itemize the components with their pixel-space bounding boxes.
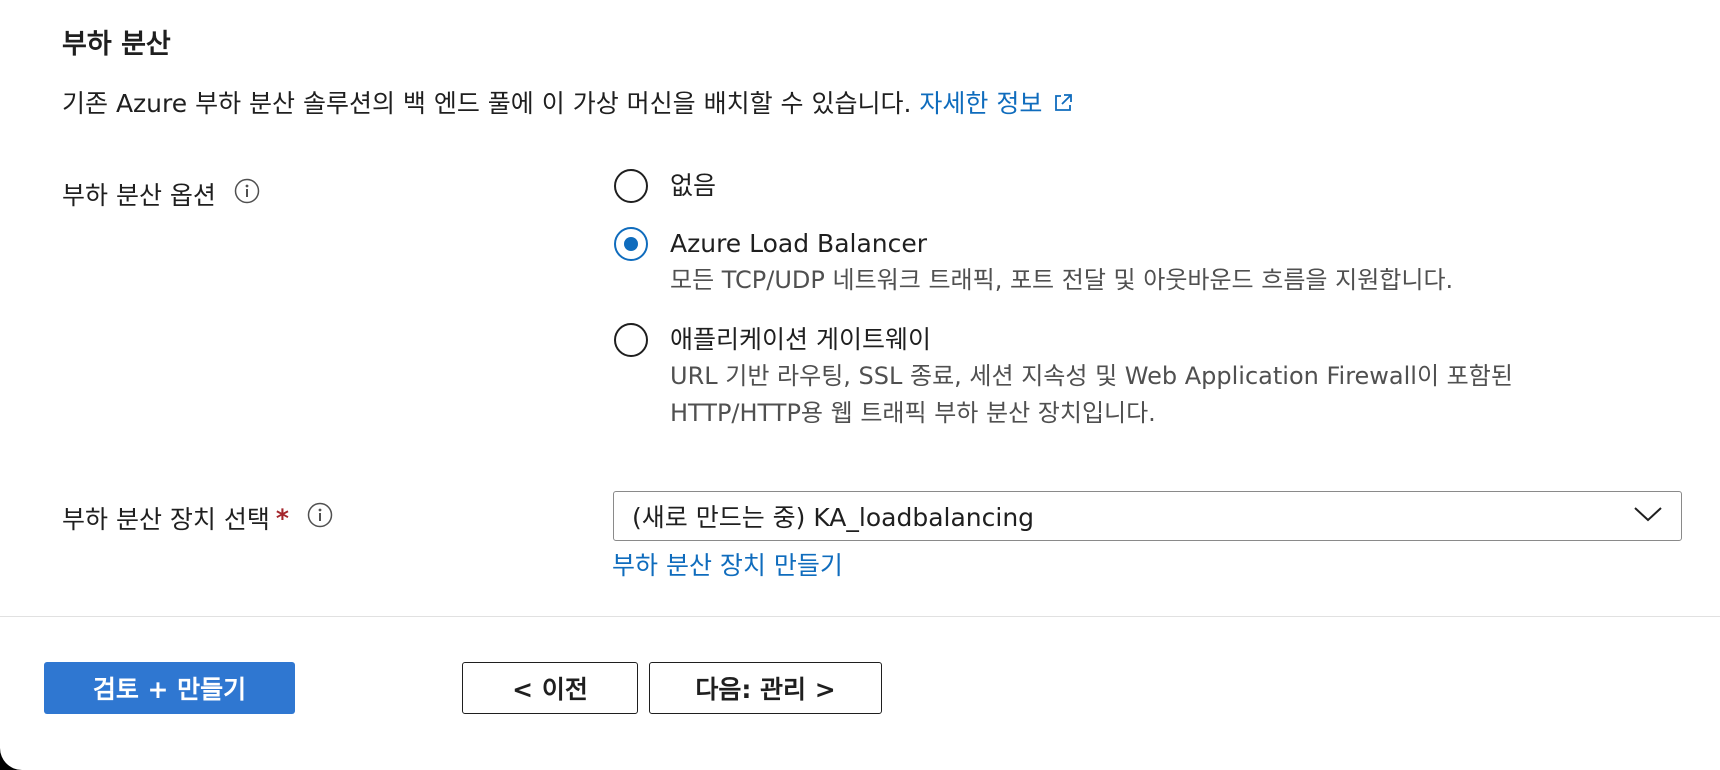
- radio-button-azure-load-balancer[interactable]: [614, 227, 648, 261]
- load-balancer-dropdown[interactable]: (새로 만드는 중) KA_loadbalancing: [613, 491, 1682, 541]
- radio-text-application-gateway: 애플리케이션 게이트웨이 URL 기반 라우팅, SSL 종료, 세션 지속성 …: [670, 323, 1513, 432]
- options-label-text: 부하 분산 옵션: [62, 181, 216, 210]
- radio-button-none[interactable]: [614, 169, 648, 203]
- info-icon[interactable]: [234, 178, 260, 210]
- radio-text-azure-load-balancer: Azure Load Balancer 모든 TCP/UDP 네트워크 트래픽,…: [670, 227, 1453, 299]
- section-description: 기존 Azure 부하 분산 솔루션의 백 엔드 풀에 이 가상 머신을 배치할…: [62, 84, 1074, 120]
- radio-desc-azure-load-balancer: 모든 TCP/UDP 네트워크 트래픽, 포트 전달 및 아웃바운드 흐름을 지…: [670, 266, 1454, 294]
- radio-desc-application-gateway-line2: HTTP/HTTP용 웹 트래픽 부하 분산 장치입니다.: [670, 399, 1156, 427]
- review-create-button[interactable]: 검토 + 만들기: [44, 662, 295, 714]
- radio-label-azure-load-balancer: Azure Load Balancer: [670, 229, 928, 258]
- info-icon[interactable]: [307, 502, 333, 534]
- external-link-icon: [1052, 91, 1074, 120]
- radio-desc-application-gateway-line1: URL 기반 라우팅, SSL 종료, 세션 지속성 및 Web Applica…: [670, 362, 1513, 390]
- description-text: 기존 Azure 부하 분산 솔루션의 백 엔드 풀에 이 가상 머신을 배치할…: [62, 89, 912, 118]
- radio-option-azure-load-balancer[interactable]: Azure Load Balancer 모든 TCP/UDP 네트워크 트래픽,…: [614, 227, 1453, 299]
- required-marker: *: [275, 503, 289, 533]
- radio-button-application-gateway[interactable]: [614, 323, 648, 357]
- load-balancing-options-label: 부하 분산 옵션: [62, 176, 260, 212]
- radio-option-none[interactable]: 없음: [614, 169, 716, 203]
- footer-divider: [0, 616, 1720, 617]
- radio-text-none: 없음: [670, 169, 716, 203]
- learn-more-link[interactable]: 자세한 정보: [919, 89, 1074, 118]
- select-label-text: 부하 분산 장치 선택: [62, 505, 270, 534]
- section-title: 부하 분산: [62, 29, 171, 60]
- learn-more-label: 자세한 정보: [919, 89, 1043, 118]
- load-balancing-panel: 부하 분산 기존 Azure 부하 분산 솔루션의 백 엔드 풀에 이 가상 머…: [0, 0, 1720, 770]
- create-load-balancer-link[interactable]: 부하 분산 장치 만들기: [612, 546, 843, 582]
- radio-label-application-gateway: 애플리케이션 게이트웨이: [670, 325, 931, 354]
- radio-option-application-gateway[interactable]: 애플리케이션 게이트웨이 URL 기반 라우팅, SSL 종료, 세션 지속성 …: [614, 323, 1513, 432]
- chevron-down-icon: [1633, 504, 1663, 528]
- dropdown-value: (새로 만드는 중) KA_loadbalancing: [632, 503, 1035, 532]
- load-balancer-select-label: 부하 분산 장치 선택 *: [62, 500, 333, 536]
- next-button[interactable]: 다음: 관리 >: [649, 662, 882, 714]
- previous-button[interactable]: < 이전: [462, 662, 638, 714]
- radio-label-none: 없음: [670, 171, 717, 200]
